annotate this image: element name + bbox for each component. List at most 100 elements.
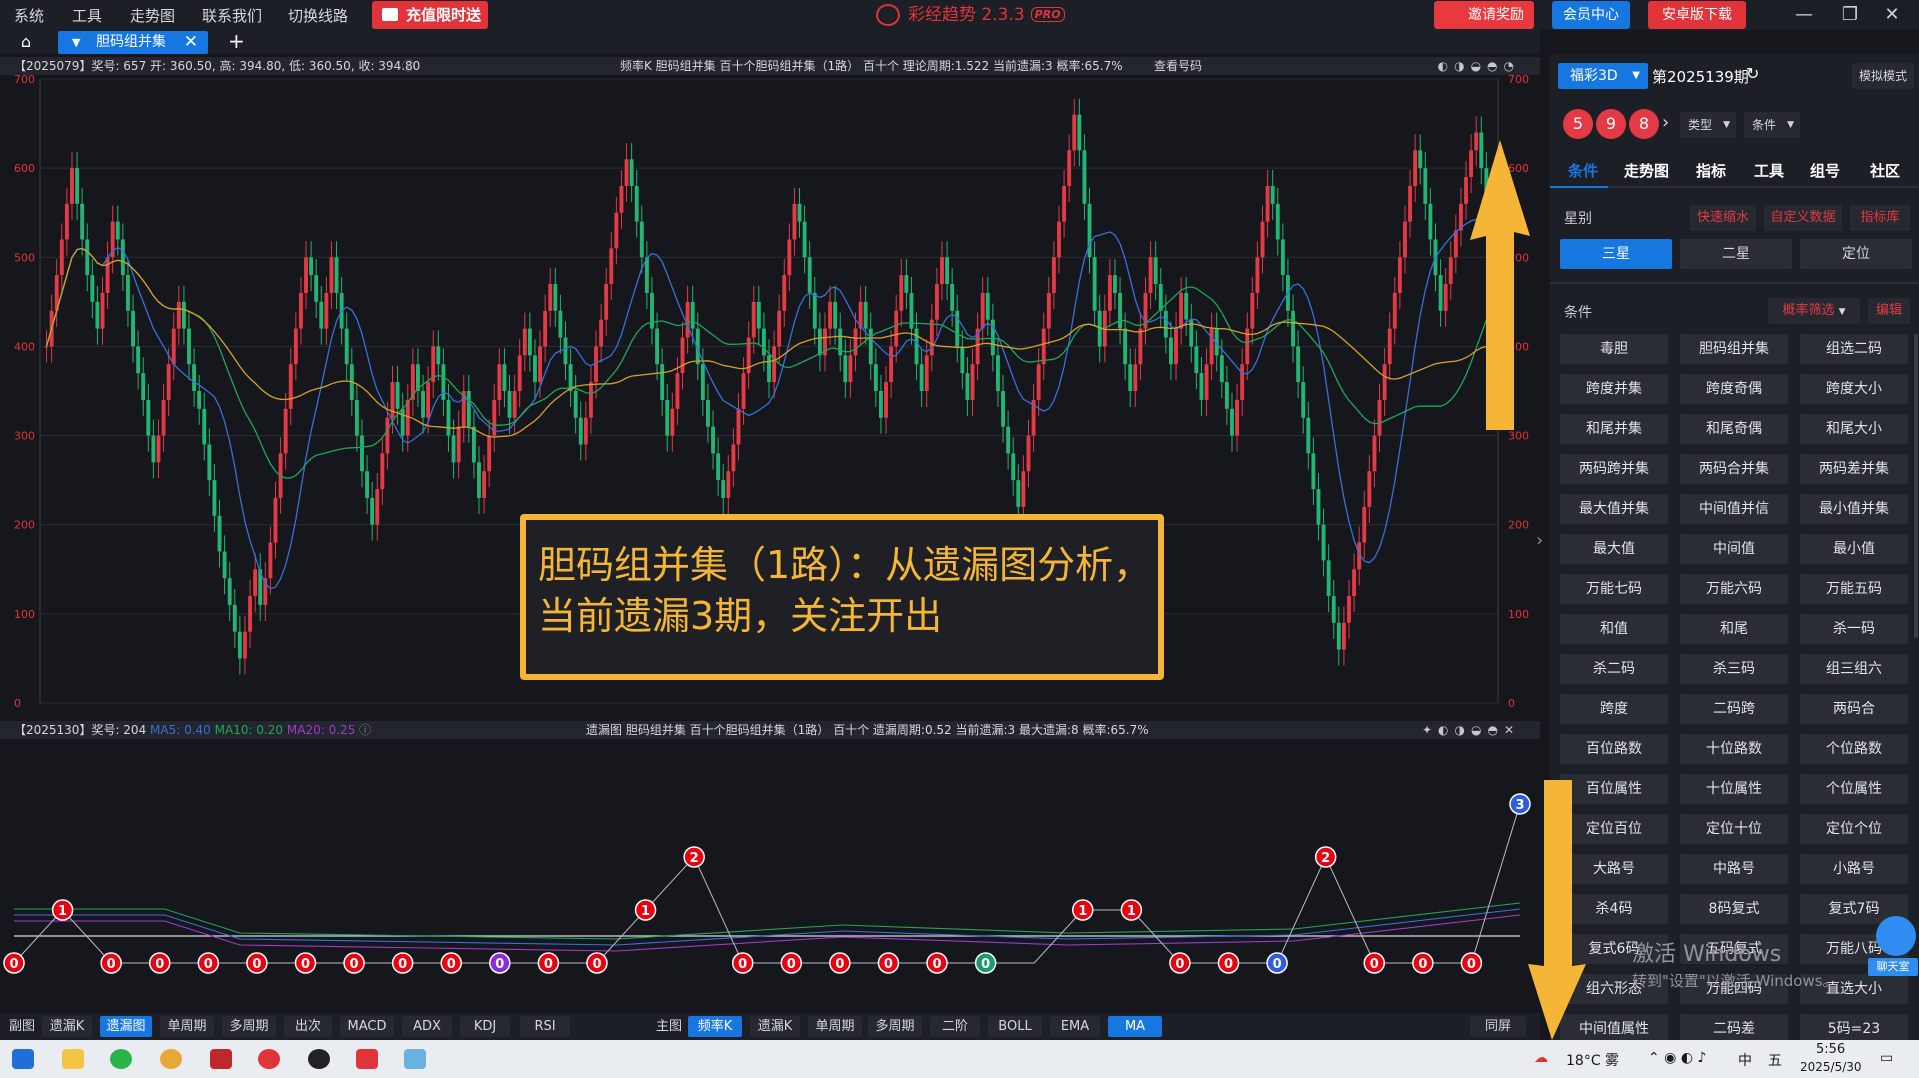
condition-button[interactable]: 8码复式: [1680, 894, 1788, 924]
sub-multi-period-button[interactable]: 多周期: [222, 1016, 276, 1037]
condition-button[interactable]: 二码跨: [1680, 694, 1788, 724]
ime-chinese[interactable]: 中: [1738, 1050, 1752, 1070]
condition-button[interactable]: 最大值并集: [1560, 494, 1668, 524]
condition-button[interactable]: 小路号: [1800, 854, 1908, 884]
star-three[interactable]: 三星: [1560, 239, 1672, 269]
refresh-icon[interactable]: ↻: [1746, 64, 1759, 83]
explorer-icon[interactable]: [62, 1049, 84, 1069]
condition-button[interactable]: 胆码组并集: [1680, 334, 1788, 364]
sub-single-period-button[interactable]: 单周期: [160, 1016, 214, 1037]
condition-button[interactable]: 中路号: [1680, 854, 1788, 884]
condition-button[interactable]: 和尾并集: [1560, 414, 1668, 444]
sub-count-button[interactable]: 出次: [284, 1016, 332, 1037]
member-center-button[interactable]: 会员中心: [1552, 1, 1630, 29]
caijing-icon[interactable]: [258, 1049, 280, 1069]
condition-button[interactable]: 中间值并信: [1680, 494, 1788, 524]
condition-button[interactable]: 万能七码: [1560, 574, 1668, 604]
tab-close-icon[interactable]: ✕: [184, 31, 198, 54]
edit-link[interactable]: 编辑: [1868, 298, 1910, 324]
invite-button[interactable]: 邀请奖励: [1434, 1, 1534, 29]
main-ma-button[interactable]: MA: [1108, 1016, 1162, 1037]
condition-button[interactable]: 杀4码: [1560, 894, 1668, 924]
main-ema-button[interactable]: EMA: [1050, 1016, 1100, 1037]
condition-button[interactable]: 大路号: [1560, 854, 1668, 884]
restore-icon[interactable]: ❐: [1838, 3, 1862, 27]
notification-icon[interactable]: ▭: [1880, 1050, 1893, 1066]
condition-button[interactable]: 杀三码: [1680, 654, 1788, 684]
tab-trend[interactable]: 走势图: [1624, 160, 1669, 181]
menu-switch-line[interactable]: 切换线路: [288, 5, 348, 25]
condition-button[interactable]: 跨度大小: [1800, 374, 1908, 404]
condition-button[interactable]: 和值: [1560, 614, 1668, 644]
lottery-select[interactable]: 福彩3D ▼: [1558, 63, 1648, 89]
type-select[interactable]: 类型 ▼: [1680, 112, 1736, 138]
condition-button[interactable]: 两码跨并集: [1560, 454, 1668, 484]
chat-bubble-icon[interactable]: [1876, 916, 1916, 956]
windows-start-icon[interactable]: [12, 1049, 34, 1069]
sub-rsi-button[interactable]: RSI: [520, 1016, 570, 1037]
tab-dan-code[interactable]: ▼ 胆码组并集 ✕: [58, 31, 208, 54]
condition-button[interactable]: 百位路数: [1560, 734, 1668, 764]
main-boll-button[interactable]: BOLL: [988, 1016, 1042, 1037]
condition-button[interactable]: 两码合并集: [1680, 454, 1788, 484]
app-icon[interactable]: [210, 1049, 232, 1069]
help-icon[interactable]: ⓘ: [402, 57, 414, 75]
custom-data-link[interactable]: 自定义数据: [1764, 205, 1842, 231]
condition-button[interactable]: 最大值: [1560, 534, 1668, 564]
sub-help-icon[interactable]: ⓘ: [359, 723, 371, 737]
condition-button[interactable]: 两码差并集: [1800, 454, 1908, 484]
indicator-lib-link[interactable]: 指标库: [1850, 205, 1910, 231]
main-single-period-button[interactable]: 单周期: [808, 1016, 862, 1037]
condition-button[interactable]: 和尾奇偶: [1680, 414, 1788, 444]
condition-button[interactable]: 杀二码: [1560, 654, 1668, 684]
condition-button[interactable]: 和尾: [1680, 614, 1788, 644]
quick-shrink-link[interactable]: 快速缩水: [1690, 205, 1756, 231]
promo-button[interactable]: 充值限时送: [372, 1, 488, 29]
ime-wubi[interactable]: 五: [1768, 1050, 1782, 1070]
star-position[interactable]: 定位: [1800, 239, 1912, 269]
add-tab-icon[interactable]: +: [228, 30, 248, 54]
android-download-button[interactable]: 安卓版下载: [1648, 1, 1746, 29]
condition-button[interactable]: 两码合: [1800, 694, 1908, 724]
condition-button[interactable]: 组选二码: [1800, 334, 1908, 364]
home-icon[interactable]: ⌂: [14, 32, 38, 52]
condition-button[interactable]: 跨度并集: [1560, 374, 1668, 404]
notes-icon[interactable]: [404, 1049, 426, 1069]
chat-room-button[interactable]: 聊天室: [1868, 958, 1918, 976]
minimize-icon[interactable]: —: [1792, 3, 1816, 27]
scrollbar[interactable]: [1914, 334, 1918, 638]
condition-button[interactable]: 杀一码: [1800, 614, 1908, 644]
condition-button[interactable]: 十位路数: [1680, 734, 1788, 764]
menu-system[interactable]: 系统: [14, 5, 44, 25]
tab-community[interactable]: 社区: [1870, 160, 1900, 181]
tab-indicators[interactable]: 指标: [1696, 160, 1726, 181]
menu-trend[interactable]: 走势图: [130, 5, 175, 25]
panel-collapse-icon[interactable]: ›: [1536, 530, 1550, 560]
condition-button[interactable]: 跨度: [1560, 694, 1668, 724]
simulate-mode-button[interactable]: 模拟模式: [1852, 63, 1914, 89]
sub-kdj-button[interactable]: KDJ: [460, 1016, 510, 1037]
sub-miss-chart-button[interactable]: 遗漏图: [100, 1016, 152, 1037]
sub-miss-k-button[interactable]: 遗漏K: [42, 1016, 92, 1037]
close-icon[interactable]: ✕: [1880, 3, 1904, 27]
condition-button[interactable]: 定位百位: [1560, 814, 1668, 844]
condition-button[interactable]: 跨度奇偶: [1680, 374, 1788, 404]
miss-chart[interactable]: 【2025130】奖号: 204 MA5: 0.40 MA10: 0.20 MA…: [0, 718, 1540, 1013]
chart-controls-icon[interactable]: ◐◑◒◓◔: [1438, 57, 1520, 75]
condition-button[interactable]: 中间值: [1680, 534, 1788, 564]
menu-contact[interactable]: 联系我们: [202, 5, 262, 25]
tray-icons[interactable]: ⌃ ◉ ◐ ♪: [1648, 1050, 1706, 1066]
condition-select[interactable]: 条件 ▼: [1744, 112, 1800, 138]
tab-group-number[interactable]: 组号: [1810, 160, 1840, 181]
condition-button[interactable]: 个位属性: [1800, 774, 1908, 804]
condition-button[interactable]: 和尾大小: [1800, 414, 1908, 444]
condition-button[interactable]: 十位属性: [1680, 774, 1788, 804]
star-two[interactable]: 二星: [1680, 239, 1792, 269]
main-miss-k-button[interactable]: 遗漏K: [750, 1016, 800, 1037]
condition-button[interactable]: 万能六码: [1680, 574, 1788, 604]
condition-button[interactable]: 个位路数: [1800, 734, 1908, 764]
condition-button[interactable]: 万能五码: [1800, 574, 1908, 604]
condition-button[interactable]: 百位属性: [1560, 774, 1668, 804]
sub-adx-button[interactable]: ADX: [402, 1016, 452, 1037]
condition-button[interactable]: 定位个位: [1800, 814, 1908, 844]
